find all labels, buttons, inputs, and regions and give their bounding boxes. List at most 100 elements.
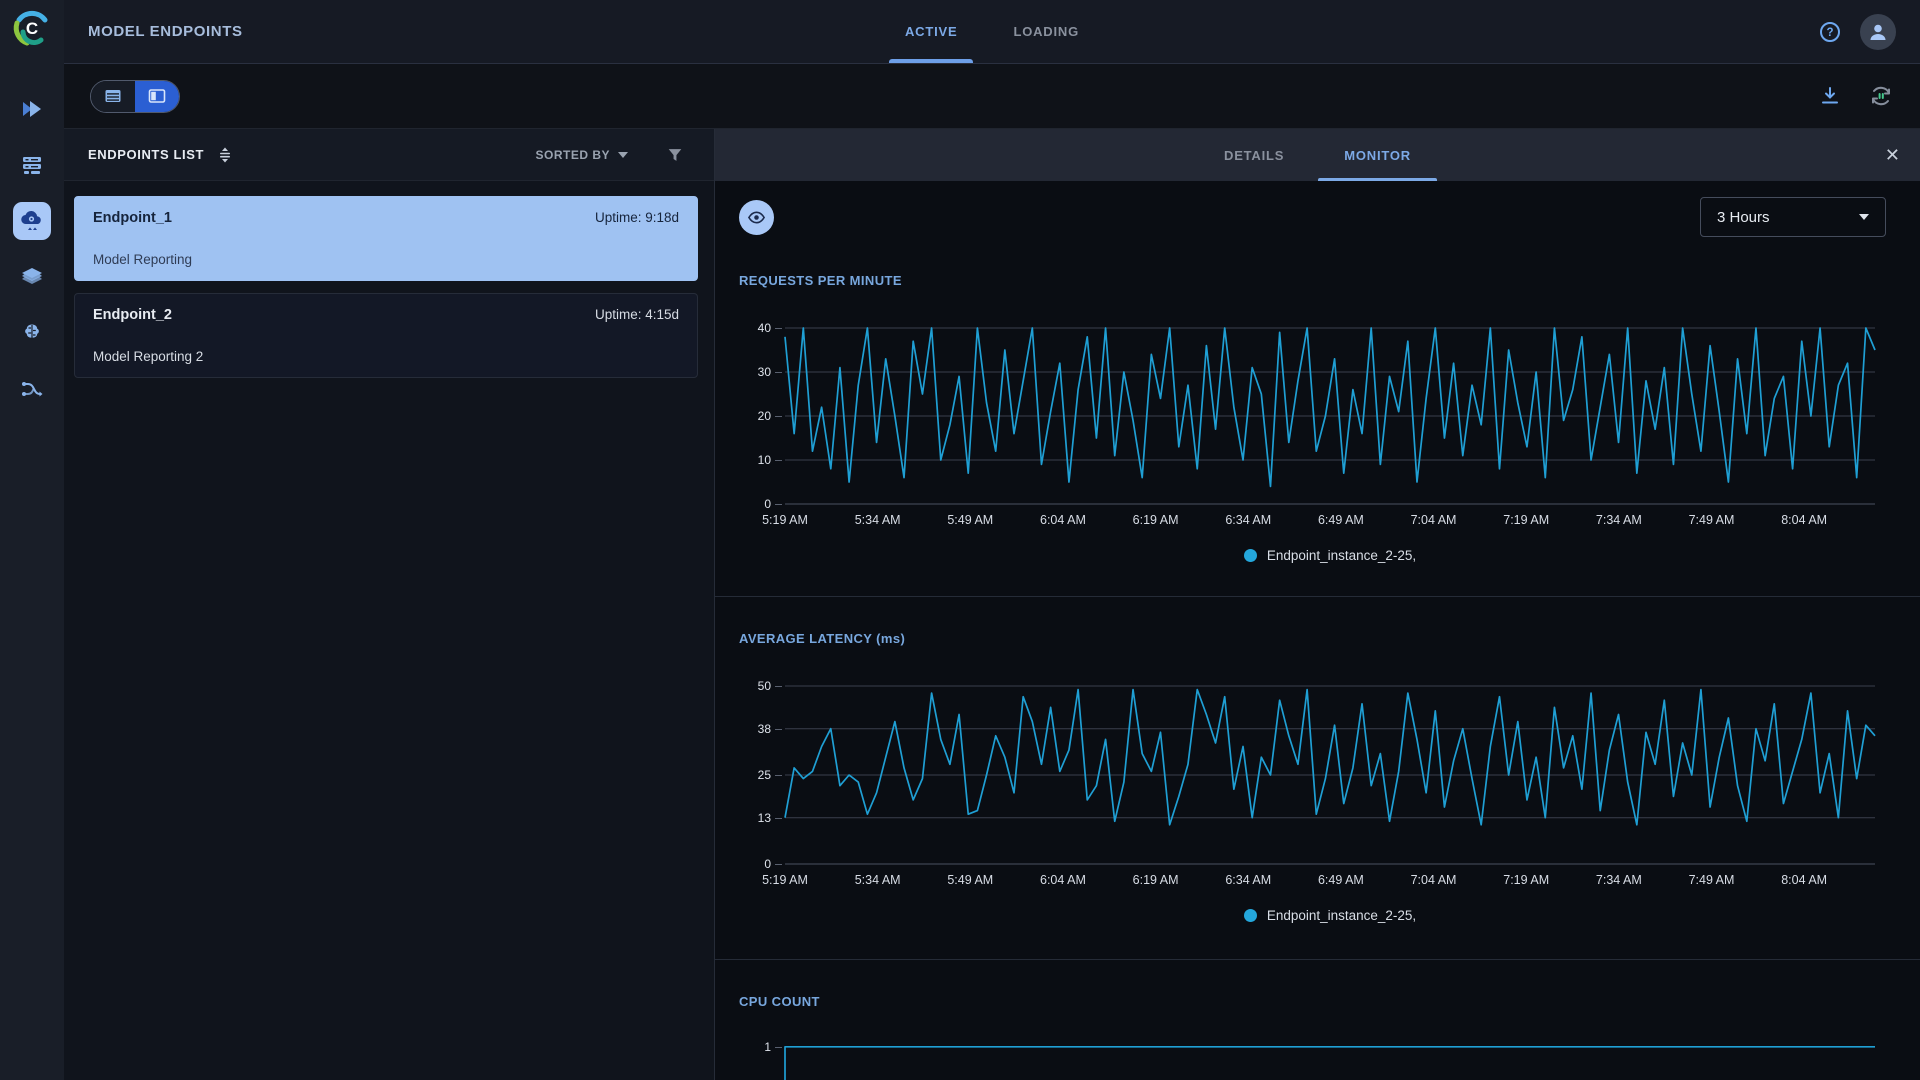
clearml-logo-icon: C bbox=[13, 10, 48, 46]
tab-loading[interactable]: LOADING bbox=[985, 0, 1107, 63]
chart-title: REQUESTS PER MINUTE bbox=[739, 273, 902, 288]
detail-tabs: DETAILS MONITOR ✕ bbox=[715, 129, 1920, 181]
sorted-by-dropdown[interactable]: SORTED BY bbox=[535, 148, 628, 162]
endpoints-list-title: ENDPOINTS LIST bbox=[88, 147, 205, 162]
sidebar-item-orchestration[interactable] bbox=[13, 370, 51, 408]
user-avatar[interactable] bbox=[1860, 13, 1896, 50]
monitor-body: 3 Hours REQUESTS PER MINUTE 0 10 20 30 40 5:… bbox=[715, 181, 1920, 1080]
view-toggle bbox=[90, 79, 180, 113]
plot-row: 1 bbox=[735, 1039, 1875, 1080]
tab-details[interactable]: DETAILS bbox=[1194, 129, 1314, 181]
detail-panel: DETAILS MONITOR ✕ 3 Hours REQUESTS PER M… bbox=[714, 129, 1920, 1080]
sidebar-item-model-endpoints[interactable] bbox=[13, 202, 51, 240]
datasets-icon bbox=[23, 157, 41, 174]
endpoints-cards: Endpoint_1 Uptime: 9:18d Model Reporting… bbox=[64, 181, 714, 378]
close-panel-button[interactable]: ✕ bbox=[1885, 129, 1900, 181]
endpoint-card-2-top-row: Endpoint_2 Uptime: 4:15d bbox=[93, 307, 679, 323]
model-endpoints-icon bbox=[21, 211, 41, 230]
endpoints-list-panel: ENDPOINTS LIST SORTED BY Endpoint_1 Upti… bbox=[64, 129, 714, 1080]
tab-active-label: ACTIVE bbox=[904, 24, 958, 39]
legend-series-label: Endpoint_instance_2-25, bbox=[1266, 548, 1417, 563]
svg-text:C: C bbox=[26, 19, 38, 38]
y-axis: 0 13 25 38 50 bbox=[757, 679, 783, 871]
average-latency-section: AVERAGE LATENCY (ms) 0 13 25 38 50 5:19 AM 5:… bbox=[715, 597, 1920, 959]
chart-title: CPU COUNT bbox=[739, 994, 820, 1009]
endpoint-card-1-top-row: Endpoint_1 Uptime: 9:18d bbox=[93, 210, 679, 226]
view-toolbar bbox=[64, 64, 1920, 129]
sort-arrows-icon bbox=[220, 147, 231, 162]
plot-row: 0 10 20 30 40 bbox=[735, 321, 1875, 511]
average-latency-chart[interactable] bbox=[785, 686, 1875, 864]
filter-icon bbox=[668, 148, 682, 161]
filter-button[interactable] bbox=[666, 146, 684, 164]
toolbar-actions bbox=[1818, 83, 1894, 109]
chevron-down-icon bbox=[1859, 214, 1869, 220]
tab-active[interactable]: ACTIVE bbox=[877, 0, 985, 63]
projects-icon bbox=[23, 101, 41, 117]
active-tab-underline bbox=[888, 59, 974, 63]
help-button[interactable]: ? bbox=[1818, 20, 1842, 44]
close-icon: ✕ bbox=[1884, 144, 1900, 165]
auto-refresh-icon bbox=[1872, 86, 1890, 106]
x-axis: 5:19 AM 5:34 AM 5:49 AM 6:04 AM 6:19 AM 6:34 … bbox=[762, 513, 1828, 527]
show-hide-charts-button[interactable] bbox=[739, 199, 774, 235]
sidebar-item-datasets[interactable] bbox=[13, 146, 51, 184]
ai-applications-icon bbox=[25, 324, 39, 338]
sort-order-button[interactable] bbox=[216, 146, 234, 164]
sidebar-item-pipelines[interactable] bbox=[13, 258, 51, 296]
clearml-logo[interactable]: C bbox=[10, 6, 54, 50]
app-root: C MODEL ENDPOINTS ACTIVE LOADING ? ENDPO… bbox=[0, 0, 1920, 1080]
legend-series-dot bbox=[1243, 549, 1257, 562]
x-axis: 5:19 AM 5:34 AM 5:49 AM 6:04 AM 6:19 AM 6:34 … bbox=[762, 873, 1828, 887]
monitor-tab-underline bbox=[1318, 178, 1437, 181]
download-icon bbox=[1822, 87, 1838, 104]
sidebar-item-projects[interactable] bbox=[13, 90, 51, 128]
legend-series-label: Endpoint_instance_2-25, bbox=[1266, 908, 1417, 923]
top-actions: ? bbox=[1818, 13, 1896, 50]
endpoint-name: Endpoint_2 bbox=[93, 307, 172, 323]
legend-series-dot bbox=[1243, 909, 1257, 922]
monitor-toolbar: 3 Hours bbox=[739, 197, 1886, 237]
sorted-by-label: SORTED BY bbox=[535, 147, 610, 162]
y-axis: 0 10 20 30 40 bbox=[757, 321, 783, 511]
plot-row: 0 13 25 38 50 bbox=[735, 679, 1875, 871]
tab-loading-label: LOADING bbox=[1013, 24, 1080, 39]
endpoints-list-header: ENDPOINTS LIST SORTED BY bbox=[64, 129, 714, 181]
chart-title: AVERAGE LATENCY (ms) bbox=[739, 631, 906, 646]
endpoint-card-2[interactable]: Endpoint_2 Uptime: 4:15d Model Reporting… bbox=[74, 293, 698, 378]
svg-text:?: ? bbox=[1826, 27, 1833, 39]
split-view-icon bbox=[148, 89, 166, 103]
auto-refresh-button[interactable] bbox=[1868, 83, 1894, 109]
eye-icon bbox=[747, 210, 766, 224]
endpoint-model: Model Reporting 2 bbox=[93, 349, 204, 364]
requests-per-minute-section: REQUESTS PER MINUTE 0 10 20 30 40 5:19 AM 5:3… bbox=[715, 237, 1920, 596]
split-view-button[interactable] bbox=[135, 80, 179, 112]
sidebar: C bbox=[0, 0, 64, 1080]
table-view-icon bbox=[105, 90, 121, 102]
chevron-down-icon bbox=[618, 151, 628, 158]
chart-legend[interactable]: Endpoint_instance_2-25, bbox=[785, 548, 1875, 563]
sidebar-item-ai-applications[interactable] bbox=[13, 314, 51, 352]
cpu-count-section: CPU COUNT 1 bbox=[715, 960, 1920, 1080]
endpoint-uptime: Uptime: 4:15d bbox=[594, 307, 679, 322]
page-title: MODEL ENDPOINTS bbox=[88, 23, 243, 40]
y-axis: 1 bbox=[764, 1039, 782, 1054]
time-range-value: 3 Hours bbox=[1717, 208, 1770, 226]
tab-monitor[interactable]: MONITOR bbox=[1314, 129, 1441, 181]
tab-monitor-label: MONITOR bbox=[1344, 147, 1411, 163]
endpoint-name: Endpoint_1 bbox=[93, 210, 172, 226]
time-range-select[interactable]: 3 Hours bbox=[1700, 197, 1886, 237]
download-button[interactable] bbox=[1818, 84, 1842, 108]
requests-per-minute-chart[interactable] bbox=[785, 328, 1875, 504]
main-column: MODEL ENDPOINTS ACTIVE LOADING ? ENDPOIN… bbox=[64, 0, 1920, 1080]
help-icon: ? bbox=[1820, 21, 1840, 42]
endpoint-model: Model Reporting bbox=[93, 252, 193, 267]
chart-legend[interactable]: Endpoint_instance_2-25, bbox=[785, 908, 1875, 923]
cpu-count-chart[interactable] bbox=[785, 1039, 1875, 1080]
endpoint-card-1[interactable]: Endpoint_1 Uptime: 9:18d Model Reporting bbox=[74, 196, 698, 281]
content-split: ENDPOINTS LIST SORTED BY Endpoint_1 Upti… bbox=[64, 129, 1920, 1080]
table-view-button[interactable] bbox=[91, 80, 135, 112]
endpoint-state-tabs: ACTIVE LOADING bbox=[877, 0, 1107, 63]
pipelines-icon bbox=[22, 268, 42, 284]
sidebar-nav bbox=[13, 90, 51, 408]
